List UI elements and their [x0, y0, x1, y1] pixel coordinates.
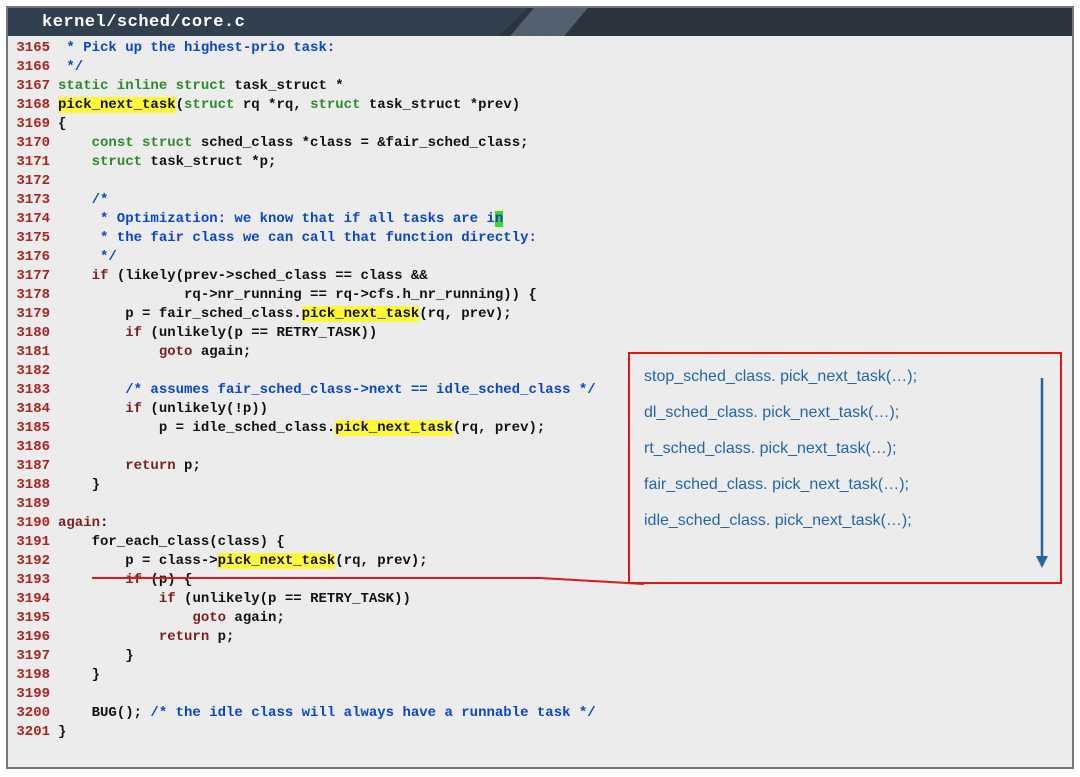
- line-number: 3186: [8, 438, 58, 457]
- code-line: 3165 * Pick up the highest-prio task:: [8, 39, 1072, 58]
- code-line: 3176 */: [8, 248, 1072, 267]
- line-number: 3192: [8, 552, 58, 571]
- line-number: 3201: [8, 723, 58, 742]
- file-path: kernel/sched/core.c: [42, 13, 245, 32]
- line-number: 3182: [8, 362, 58, 381]
- line-number: 3169: [8, 115, 58, 134]
- down-arrow-icon: [1032, 374, 1052, 570]
- line-number: 3167: [8, 77, 58, 96]
- line-code: */: [58, 248, 1072, 267]
- code-line: 3197 }: [8, 647, 1072, 666]
- line-number: 3180: [8, 324, 58, 343]
- line-number: 3181: [8, 343, 58, 362]
- code-line: 3201}: [8, 723, 1072, 742]
- line-number: 3175: [8, 229, 58, 248]
- code-line: 3200 BUG(); /* the idle class will alway…: [8, 704, 1072, 723]
- line-code: rq->nr_running == rq->cfs.h_nr_running))…: [58, 286, 1072, 305]
- line-code: BUG(); /* the idle class will always hav…: [58, 704, 1072, 723]
- line-number: 3187: [8, 457, 58, 476]
- callout-item: rt_sched_class. pick_next_task(…);: [644, 440, 1050, 458]
- line-code: [58, 172, 1072, 191]
- line-code: * Optimization: we know that if all task…: [58, 210, 1072, 229]
- code-line: 3180 if (unlikely(p == RETRY_TASK)): [8, 324, 1072, 343]
- line-number: 3193: [8, 571, 58, 590]
- line-number: 3184: [8, 400, 58, 419]
- line-code: if (unlikely(p == RETRY_TASK)): [58, 590, 1072, 609]
- line-number: 3166: [8, 58, 58, 77]
- line-number: 3168: [8, 96, 58, 115]
- line-code: return p;: [58, 628, 1072, 647]
- line-code: struct task_struct *p;: [58, 153, 1072, 172]
- line-code: }: [58, 666, 1072, 685]
- line-number: 3170: [8, 134, 58, 153]
- code-line: 3167static inline struct task_struct *: [8, 77, 1072, 96]
- line-code: */: [58, 58, 1072, 77]
- sched-class-list-callout: stop_sched_class. pick_next_task(…); dl_…: [628, 352, 1062, 584]
- line-number: 3194: [8, 590, 58, 609]
- line-number: 3196: [8, 628, 58, 647]
- line-number: 3176: [8, 248, 58, 267]
- code-line: 3166 */: [8, 58, 1072, 77]
- line-number: 3183: [8, 381, 58, 400]
- line-number: 3195: [8, 609, 58, 628]
- code-line: 3196 return p;: [8, 628, 1072, 647]
- callout-item: dl_sched_class. pick_next_task(…);: [644, 404, 1050, 422]
- line-code: * Pick up the highest-prio task:: [58, 39, 1072, 58]
- code-line: 3194 if (unlikely(p == RETRY_TASK)): [8, 590, 1072, 609]
- code-line: 3173 /*: [8, 191, 1072, 210]
- line-number: 3185: [8, 419, 58, 438]
- code-line: 3179 p = fair_sched_class.pick_next_task…: [8, 305, 1072, 324]
- code-line: 3199: [8, 685, 1072, 704]
- header-stripes: [528, 8, 576, 36]
- line-code: if (unlikely(p == RETRY_TASK)): [58, 324, 1072, 343]
- line-code: static inline struct task_struct *: [58, 77, 1072, 96]
- line-code: const struct sched_class *class = &fair_…: [58, 134, 1072, 153]
- line-number: 3189: [8, 495, 58, 514]
- line-number: 3165: [8, 39, 58, 58]
- line-number: 3174: [8, 210, 58, 229]
- callout-item: fair_sched_class. pick_next_task(…);: [644, 476, 1050, 494]
- line-number: 3188: [8, 476, 58, 495]
- line-number: 3197: [8, 647, 58, 666]
- line-code: }: [58, 723, 1072, 742]
- code-line: 3198 }: [8, 666, 1072, 685]
- code-line: 3168pick_next_task(struct rq *rq, struct…: [8, 96, 1072, 115]
- line-number: 3190: [8, 514, 58, 533]
- line-number: 3177: [8, 267, 58, 286]
- code-frame: kernel/sched/core.c 3165 * Pick up the h…: [6, 6, 1074, 769]
- callout-item: stop_sched_class. pick_next_task(…);: [644, 368, 1050, 386]
- line-number: 3191: [8, 533, 58, 552]
- line-code: /*: [58, 191, 1072, 210]
- line-code: {: [58, 115, 1072, 134]
- line-code: if (likely(prev->sched_class == class &&: [58, 267, 1072, 286]
- code-line: 3169{: [8, 115, 1072, 134]
- line-number: 3171: [8, 153, 58, 172]
- code-line: 3195 goto again;: [8, 609, 1072, 628]
- line-number: 3173: [8, 191, 58, 210]
- code-line: 3174 * Optimization: we know that if all…: [8, 210, 1072, 229]
- line-number: 3179: [8, 305, 58, 324]
- code-line: 3175 * the fair class we can call that f…: [8, 229, 1072, 248]
- code-line: 3170 const struct sched_class *class = &…: [8, 134, 1072, 153]
- line-code: p = fair_sched_class.pick_next_task(rq, …: [58, 305, 1072, 324]
- code-line: 3177 if (likely(prev->sched_class == cla…: [8, 267, 1072, 286]
- code-line: 3171 struct task_struct *p;: [8, 153, 1072, 172]
- code-line: 3178 rq->nr_running == rq->cfs.h_nr_runn…: [8, 286, 1072, 305]
- line-number: 3198: [8, 666, 58, 685]
- line-number: 3199: [8, 685, 58, 704]
- line-code: * the fair class we can call that functi…: [58, 229, 1072, 248]
- line-number: 3200: [8, 704, 58, 723]
- callout-item: idle_sched_class. pick_next_task(…);: [644, 512, 1050, 530]
- code-line: 3172: [8, 172, 1072, 191]
- line-number: 3178: [8, 286, 58, 305]
- line-number: 3172: [8, 172, 58, 191]
- file-header: kernel/sched/core.c: [8, 8, 1072, 36]
- line-code: pick_next_task(struct rq *rq, struct tas…: [58, 96, 1072, 115]
- line-code: goto again;: [58, 609, 1072, 628]
- line-code: }: [58, 647, 1072, 666]
- line-code: [58, 685, 1072, 704]
